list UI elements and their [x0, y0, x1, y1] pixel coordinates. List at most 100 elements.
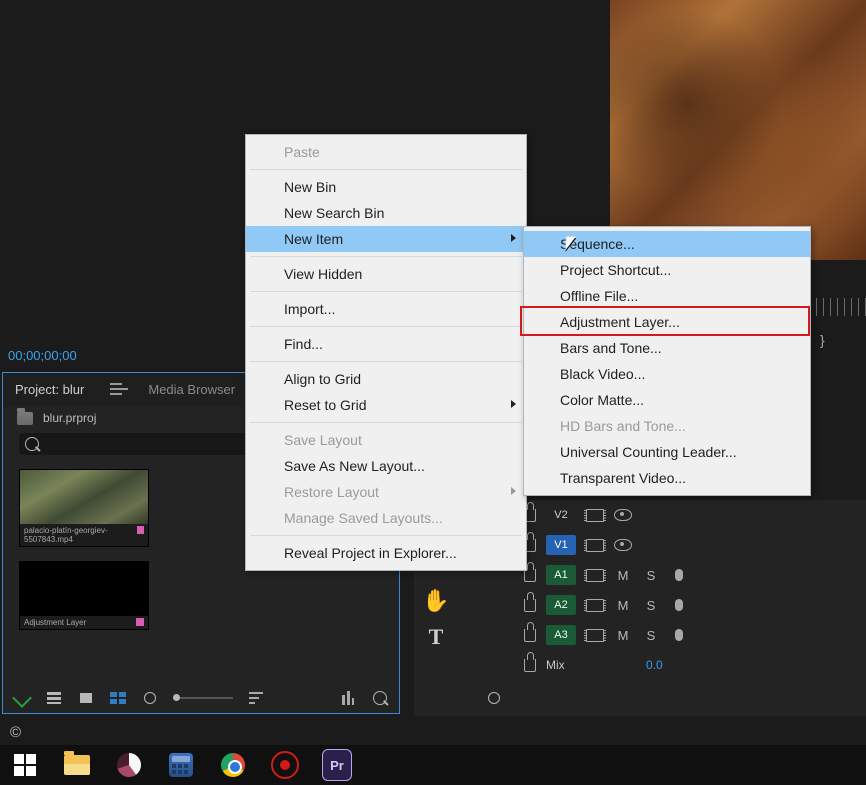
adjustment-layer-thumbnail[interactable]: Adjustment Layer [19, 561, 149, 630]
menu-manage-saved-layouts: Manage Saved Layouts... [246, 505, 526, 531]
sync-lock-icon[interactable] [586, 628, 604, 642]
premiere-button[interactable]: Pr [322, 750, 352, 780]
zoom-knob-icon[interactable] [141, 691, 159, 705]
lock-icon[interactable] [524, 659, 536, 672]
track-a2: A2 M S [474, 590, 866, 620]
icon-view-icon[interactable] [77, 691, 95, 705]
toggle-track-output-icon[interactable] [614, 508, 632, 522]
track-v2: V2 [474, 500, 866, 530]
sort-icon[interactable] [247, 691, 265, 705]
type-tool-icon[interactable]: T [422, 622, 450, 652]
list-view-icon[interactable] [45, 691, 63, 705]
menu-restore-layout-label: Restore Layout [284, 484, 379, 500]
clip-thumbnail[interactable]: palacio-platín-georgiev-5507843.mp4 [19, 469, 149, 547]
solo-toggle[interactable]: S [642, 628, 660, 642]
write-mode-icon[interactable] [13, 691, 31, 705]
freeform-view-icon[interactable] [109, 691, 127, 705]
file-explorer-button[interactable] [62, 750, 92, 780]
menu-new-bin[interactable]: New Bin [246, 174, 526, 200]
menu-separator [250, 535, 522, 536]
submenu-project-shortcut[interactable]: Project Shortcut... [524, 257, 810, 283]
submenu-transparent-video[interactable]: Transparent Video... [524, 465, 810, 491]
mix-value[interactable]: 0.0 [646, 658, 663, 672]
search-icon [25, 437, 39, 451]
submenu-arrow-icon [511, 400, 516, 408]
menu-save-as-new-layout[interactable]: Save As New Layout... [246, 453, 526, 479]
toggle-track-output-icon[interactable] [614, 538, 632, 552]
mix-label: Mix [546, 658, 576, 672]
track-label-a2[interactable]: A2 [546, 595, 576, 615]
cc-icon[interactable]: © [10, 724, 21, 741]
hand-tool-icon[interactable]: ✋ [422, 586, 450, 616]
submenu-arrow-icon [511, 234, 516, 242]
project-file-name: blur.prproj [43, 411, 96, 425]
thumbnail-caption: Adjustment Layer [24, 618, 86, 627]
submenu-offline-file[interactable]: Offline File... [524, 283, 810, 309]
app-swirl-button[interactable] [114, 750, 144, 780]
tab-project[interactable]: Project: blur [15, 382, 84, 397]
record-icon [271, 751, 299, 779]
lock-icon[interactable] [524, 629, 536, 642]
sync-lock-icon[interactable] [586, 508, 604, 522]
track-v1: V1 [474, 530, 866, 560]
track-label-a1[interactable]: A1 [546, 565, 576, 585]
voiceover-icon[interactable] [670, 598, 688, 612]
project-context-menu: Paste New Bin New Search Bin New Item Vi… [245, 134, 527, 571]
menu-find[interactable]: Find... [246, 331, 526, 357]
submenu-universal-counting-leader[interactable]: Universal Counting Leader... [524, 439, 810, 465]
mute-toggle[interactable]: M [614, 628, 632, 642]
program-monitor-preview [610, 0, 866, 260]
mute-toggle[interactable]: M [614, 568, 632, 582]
submenu-black-video[interactable]: Black Video... [524, 361, 810, 387]
menu-reveal-in-explorer[interactable]: Reveal Project in Explorer... [246, 540, 526, 566]
menu-reset-to-grid[interactable]: Reset to Grid [246, 392, 526, 418]
new-item-submenu: Sequence... Project Shortcut... Offline … [523, 226, 811, 496]
voiceover-icon[interactable] [670, 628, 688, 642]
sequence-badge [136, 618, 144, 626]
sync-lock-icon[interactable] [586, 598, 604, 612]
submenu-adjustment-layer[interactable]: Adjustment Layer... [524, 309, 810, 335]
thumbnail-image [20, 470, 148, 524]
source-timecode[interactable]: 00;00;00;00 [8, 348, 77, 363]
track-a3: A3 M S [474, 620, 866, 650]
sync-lock-icon[interactable] [586, 568, 604, 582]
calculator-icon [169, 753, 193, 777]
calculator-button[interactable] [166, 750, 196, 780]
solo-toggle[interactable]: S [642, 568, 660, 582]
windows-taskbar: Pr [0, 745, 866, 785]
tab-media-browser[interactable]: Media Browser [148, 382, 235, 397]
lock-icon[interactable] [524, 599, 536, 612]
track-headers: V2 V1 fx A1 M S A2 M S A [474, 500, 866, 680]
solo-toggle[interactable]: S [642, 598, 660, 612]
menu-align-to-grid[interactable]: Align to Grid [246, 366, 526, 392]
submenu-color-matte[interactable]: Color Matte... [524, 387, 810, 413]
playhead-handle[interactable] [488, 692, 500, 704]
start-button[interactable] [10, 750, 40, 780]
menu-separator [250, 169, 522, 170]
bin-icon [17, 412, 33, 425]
menu-view-hidden[interactable]: View Hidden [246, 261, 526, 287]
submenu-bars-and-tone[interactable]: Bars and Tone... [524, 335, 810, 361]
chrome-button[interactable] [218, 750, 248, 780]
zoom-slider[interactable] [173, 697, 233, 699]
panel-menu-icon[interactable] [110, 383, 128, 395]
menu-import[interactable]: Import... [246, 296, 526, 322]
menu-separator [250, 256, 522, 257]
automate-icon[interactable] [339, 691, 357, 705]
track-label-a3[interactable]: A3 [546, 625, 576, 645]
menu-new-search-bin[interactable]: New Search Bin [246, 200, 526, 226]
submenu-sequence[interactable]: Sequence... [524, 231, 810, 257]
mute-toggle[interactable]: M [614, 598, 632, 612]
track-mix: Mix 0.0 ▶◀ [474, 650, 866, 680]
track-label-v1[interactable]: V1 [546, 535, 576, 555]
voiceover-icon[interactable] [670, 568, 688, 582]
folder-icon [64, 755, 90, 775]
sync-lock-icon[interactable] [586, 538, 604, 552]
find-icon[interactable] [371, 691, 389, 705]
menu-save-layout: Save Layout [246, 427, 526, 453]
menu-separator [250, 361, 522, 362]
menu-new-item[interactable]: New Item [246, 226, 526, 252]
track-label-v2[interactable]: V2 [546, 505, 576, 525]
record-button[interactable] [270, 750, 300, 780]
menu-separator [250, 326, 522, 327]
